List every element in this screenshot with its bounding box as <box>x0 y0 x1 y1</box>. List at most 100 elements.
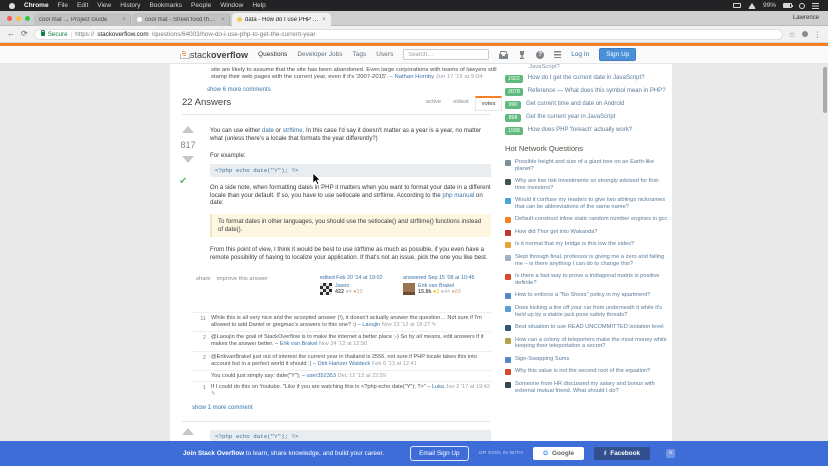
strftime-link[interactable]: strftime <box>283 127 303 134</box>
hot-question[interactable]: Possible height and size of a giant tree… <box>505 159 668 173</box>
sort-tab-oldest[interactable]: oldest <box>447 96 474 111</box>
comment-score[interactable]: 2 <box>192 355 206 362</box>
hot-question[interactable]: Default-construct inline static random n… <box>505 216 668 223</box>
achievements-trophy-icon[interactable] <box>518 51 526 59</box>
site-icon <box>505 255 511 261</box>
login-link[interactable]: Log In <box>571 51 589 58</box>
related-question[interactable]: 990 Get current time and date on Android <box>505 101 668 109</box>
bronze-badges: ●83 <box>452 289 461 295</box>
comment-author-link[interactable]: Nathan Hornby <box>394 74 434 80</box>
reload-icon[interactable]: ⟳ <box>21 30 28 38</box>
hot-question[interactable]: Slept through final, professor is giving… <box>505 254 668 268</box>
tab-close-icon[interactable]: × <box>221 16 225 23</box>
tab-close-icon[interactable]: × <box>322 16 326 23</box>
nav-tags[interactable]: Tags <box>352 51 366 58</box>
search-input[interactable] <box>403 49 489 60</box>
menu-item-view[interactable]: View <box>97 2 111 9</box>
comment-score[interactable]: 11 <box>192 316 206 323</box>
chrome-profile-name[interactable]: Lawrence <box>793 15 819 21</box>
menu-item-bookmarks[interactable]: Bookmarks <box>149 2 182 9</box>
downvote-button[interactable] <box>182 156 194 163</box>
show-more-comments-link[interactable]: show 6 more comments <box>207 87 271 93</box>
bookmark-star-icon[interactable]: ☆ <box>789 30 796 39</box>
facebook-signin-button[interactable]: fFacebook <box>594 447 650 460</box>
zoom-window-button[interactable] <box>25 16 30 21</box>
url-input[interactable]: Secure | https://stackoverflow.com/quest… <box>34 29 783 40</box>
tab-current-stackoverflow[interactable]: data - How do I use PHP to g × <box>232 13 331 26</box>
comment-author-link[interactable]: Laoujin <box>362 322 380 328</box>
hot-question[interactable]: How did Thor get into Wakanda? <box>505 229 668 236</box>
upvote-button[interactable] <box>182 428 194 435</box>
related-question[interactable]: 1598 How does PHP 'foreach' actually wor… <box>505 127 668 135</box>
hot-question[interactable]: Is it normal that my bridge is this low … <box>505 241 668 248</box>
so-logo[interactable]: stackoverflow <box>180 50 248 60</box>
show-one-more-comment-link[interactable]: show 1 more comment <box>192 405 253 411</box>
comment-author-link[interactable]: Luka <box>432 384 444 390</box>
tab-close-icon[interactable]: × <box>122 16 126 23</box>
related-question-partial[interactable]: JavaScript? <box>529 64 668 70</box>
hot-question[interactable]: Why this value is not the second root of… <box>505 368 668 375</box>
hot-question[interactable]: Best situation to use READ UNCOMMITTED i… <box>505 324 668 331</box>
avatar[interactable] <box>403 283 415 295</box>
nav-questions[interactable]: Questions <box>258 51 287 58</box>
date-link[interactable]: date <box>262 127 274 134</box>
hot-question[interactable]: Is there a fast way to prove a tridiagon… <box>505 273 668 287</box>
menu-item-people[interactable]: People <box>191 2 211 9</box>
menu-item-help[interactable]: Help <box>252 2 265 9</box>
clock-icon[interactable] <box>799 3 805 9</box>
close-window-button[interactable] <box>7 16 12 21</box>
menu-item-chrome[interactable]: Chrome <box>24 2 49 9</box>
comment-score[interactable]: 1 <box>192 385 206 392</box>
share-link[interactable]: share <box>196 276 211 282</box>
battery-icon[interactable] <box>783 3 792 8</box>
sort-tab-active[interactable]: active <box>420 96 447 111</box>
apple-logo-icon[interactable] <box>9 3 15 9</box>
stackexchange-icon[interactable] <box>554 51 561 58</box>
menu-item-window[interactable]: Window <box>220 2 243 9</box>
wifi-icon[interactable] <box>748 3 756 9</box>
secure-label[interactable]: Secure <box>48 31 68 38</box>
scrollbar-thumb[interactable] <box>823 67 827 113</box>
sort-tab-votes[interactable]: votes <box>475 96 503 111</box>
browser-menu-icon[interactable]: ⋮ <box>814 30 822 39</box>
related-question[interactable]: 3078 Reference — What does this symbol m… <box>505 88 668 96</box>
nav-developer-jobs[interactable]: Developer Jobs <box>297 51 342 58</box>
hot-question[interactable]: Does kicking a tire off your car from un… <box>505 305 668 319</box>
menu-item-edit[interactable]: Edit <box>77 2 88 9</box>
help-icon[interactable]: ? <box>536 51 544 59</box>
related-question[interactable]: 898 Get the current year in JavaScript <box>505 114 668 122</box>
blockquote: To format dates in other languages, you … <box>210 214 491 237</box>
menu-item-file[interactable]: File <box>58 2 68 9</box>
php-manual-link[interactable]: php manual <box>442 192 474 199</box>
inbox-icon[interactable] <box>499 51 508 59</box>
edited-link[interactable]: edited Feb 20 '14 at 19:02 <box>320 275 400 281</box>
nav-users[interactable]: Users <box>376 51 393 58</box>
comment-author-link[interactable]: user352353 <box>306 373 336 379</box>
hot-question[interactable]: Why are low risk investments so strongly… <box>505 178 668 192</box>
tab-project-guide[interactable]: cool mat → Project Guide × <box>34 13 131 26</box>
comment-score[interactable]: 2 <box>192 335 206 342</box>
site-icon <box>505 325 511 331</box>
tab-street-food[interactable]: cool mat - Street food that s × <box>132 13 230 26</box>
comment-author-link[interactable]: Erik van Brakel <box>280 341 318 347</box>
hot-question[interactable]: Someone from HR discussed my salary and … <box>505 381 668 395</box>
back-icon[interactable]: ← <box>7 30 15 38</box>
email-signup-button[interactable]: Email Sign Up <box>410 446 469 461</box>
signup-button[interactable]: Sign Up <box>599 48 636 61</box>
menu-item-history[interactable]: History <box>120 2 140 9</box>
hot-question[interactable]: Sign-Swapping Sums <box>505 356 668 363</box>
minimize-window-button[interactable] <box>16 16 21 21</box>
display-icon[interactable] <box>733 3 741 8</box>
close-footer-icon[interactable]: × <box>666 449 675 458</box>
hot-question[interactable]: How to enforce a "No Shoes" policy in my… <box>505 292 668 299</box>
upvote-button[interactable] <box>182 126 194 133</box>
avatar[interactable] <box>320 283 332 295</box>
comment-author-link[interactable]: Dirk Hartzer Waldeck <box>318 361 371 367</box>
hot-question[interactable]: How can a colony of teleporters make the… <box>505 337 668 351</box>
hot-question[interactable]: Would it confuse my readers to give two … <box>505 197 668 211</box>
improve-answer-link[interactable]: improve this answer <box>217 276 269 282</box>
related-question[interactable]: 1922 How do I get the current date in Ja… <box>505 75 668 83</box>
google-signin-button[interactable]: GGoogle <box>533 447 584 460</box>
extension-icon[interactable] <box>802 31 808 37</box>
notification-center-icon[interactable] <box>812 3 819 9</box>
